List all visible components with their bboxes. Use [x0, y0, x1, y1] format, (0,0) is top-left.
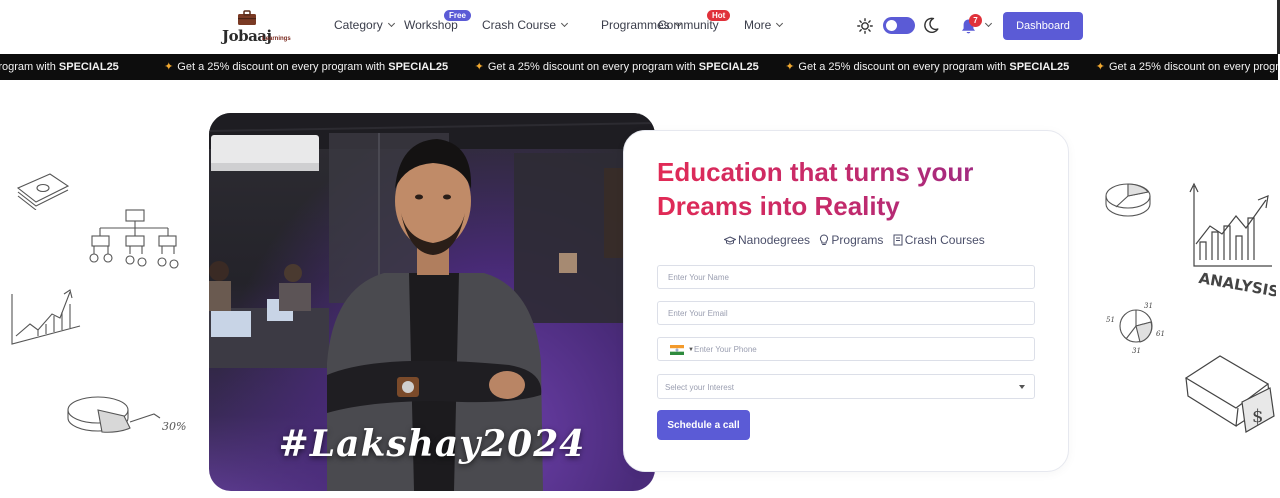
chevron-down-icon	[560, 19, 569, 28]
sun-icon[interactable]	[857, 18, 873, 34]
schedule-call-button[interactable]: Schedule a call	[657, 410, 750, 440]
logo-subtext: Learnings	[262, 36, 291, 42]
percent-label: 30%	[162, 420, 186, 433]
party-popper-icon: ✦	[1095, 61, 1105, 73]
ticker-item: ✦Get a 25% discount on every program wit…	[1096, 60, 1278, 73]
pie-label: 31	[1144, 302, 1153, 310]
phone-field-group: ▼	[657, 337, 1035, 361]
pie-label: 61	[1156, 330, 1165, 338]
promo-code: SPECIAL25	[388, 61, 449, 73]
tag-crash-courses: Crash Courses	[893, 233, 985, 247]
offering-tags: Nanodegrees Programs Crash Courses	[723, 233, 991, 247]
party-popper-icon: ✦	[164, 61, 174, 73]
growth-chart-doodle	[11, 289, 81, 345]
tag-label: Programs	[831, 233, 884, 247]
ticker-track: on every program with SPECIAL25 ✦Get a 2…	[0, 60, 1278, 73]
email-field[interactable]	[657, 301, 1035, 325]
pie-label: 31	[1132, 347, 1141, 355]
chevron-down-icon	[984, 19, 993, 28]
lead-form-card: Education that turns your Dreams into Re…	[623, 130, 1069, 472]
book-icon	[893, 234, 903, 246]
ticker-text: Get a 25% discount on every program with	[798, 61, 1007, 73]
svg-text:$: $	[1252, 406, 1263, 427]
promo-code: SPECIAL25	[698, 61, 759, 73]
ticker-text: Get a 25% discount on every program with	[487, 61, 696, 73]
chevron-down-icon	[776, 19, 784, 28]
tag-label: Crash Courses	[904, 233, 985, 247]
labeled-pie-doodle: 31 51 61 31	[1106, 302, 1165, 355]
wallet-doodle: $	[1184, 355, 1275, 433]
nav-item-crash-course[interactable]: Crash Course	[482, 18, 569, 32]
chevron-down-icon	[387, 19, 395, 28]
nav-item-more[interactable]: More	[744, 18, 784, 32]
interest-select[interactable]: Select your Interest	[657, 374, 1035, 399]
party-popper-icon: ✦	[785, 61, 795, 73]
nav-item-label: More	[744, 18, 772, 32]
top-navbar: Jobaaj Learnings Category Workshop Free …	[0, 0, 1280, 54]
ticker-item: ✦Get a 25% discount on every program wit…	[785, 60, 1093, 73]
brand-logo[interactable]: Jobaaj Learnings	[220, 10, 292, 45]
money-stack-doodle	[16, 173, 70, 210]
india-flag-icon[interactable]	[670, 345, 684, 355]
analysis-label: ANALYSIS	[1197, 269, 1276, 300]
headline-line-2: Dreams into Reality	[657, 191, 900, 221]
campaign-hashtag: #Lakshay2024	[278, 423, 586, 465]
toggle-knob	[886, 20, 897, 31]
tag-programs: Programs	[819, 233, 883, 247]
percent-pie-doodle: 30%	[67, 396, 186, 433]
tag-label: Nanodegrees	[738, 233, 811, 247]
caret-down-icon	[1019, 385, 1025, 389]
hero-headline: Education that turns your Dreams into Re…	[657, 155, 1057, 223]
lightbulb-icon	[820, 234, 829, 245]
interest-select-placeholder: Select your Interest	[665, 383, 734, 392]
notification-count-badge: 7	[969, 14, 982, 27]
phone-field[interactable]	[694, 338, 1024, 360]
hero-photo: #Lakshay2024	[209, 113, 655, 491]
org-chart-doodle	[89, 209, 179, 269]
nav-item-category[interactable]: Category	[334, 18, 395, 32]
free-badge: Free	[444, 10, 471, 21]
notifications-button[interactable]: 7	[960, 14, 994, 36]
tag-nanodegrees: Nanodegrees	[723, 233, 811, 247]
promo-code: SPECIAL25	[1009, 61, 1070, 73]
pie-doodle	[1105, 183, 1151, 217]
moon-icon[interactable]	[923, 17, 939, 34]
graduation-cap-icon	[723, 236, 737, 245]
hot-badge: Hot	[707, 10, 731, 21]
promo-code: SPECIAL25	[58, 61, 119, 73]
ticker-item: on every program with SPECIAL25	[0, 61, 161, 73]
ticker-item: ✦Get a 25% discount on every program wit…	[475, 60, 783, 73]
pie-label: 51	[1106, 316, 1115, 324]
party-popper-icon: ✦	[474, 61, 484, 73]
promo-ticker: on every program with SPECIAL25 ✦Get a 2…	[0, 54, 1278, 80]
theme-toggle[interactable]	[883, 17, 915, 34]
nav-item-label: Crash Course	[482, 18, 557, 32]
dashboard-button[interactable]: Dashboard	[1003, 12, 1083, 40]
ticker-text: Get a 25% discount on every program with	[177, 61, 386, 73]
briefcase-icon	[238, 10, 256, 25]
ticker-item: ✦Get a 25% discount on every program wit…	[164, 60, 472, 73]
name-field[interactable]	[657, 265, 1035, 289]
nav-item-label: Category	[334, 18, 383, 32]
analysis-chart-doodle: ANALYSIS	[1189, 182, 1276, 300]
ticker-text: on every program with	[0, 61, 56, 73]
headline-line-1: Education that turns your	[657, 157, 974, 187]
ticker-text: Get a 25% discount on every program with	[1108, 61, 1278, 73]
